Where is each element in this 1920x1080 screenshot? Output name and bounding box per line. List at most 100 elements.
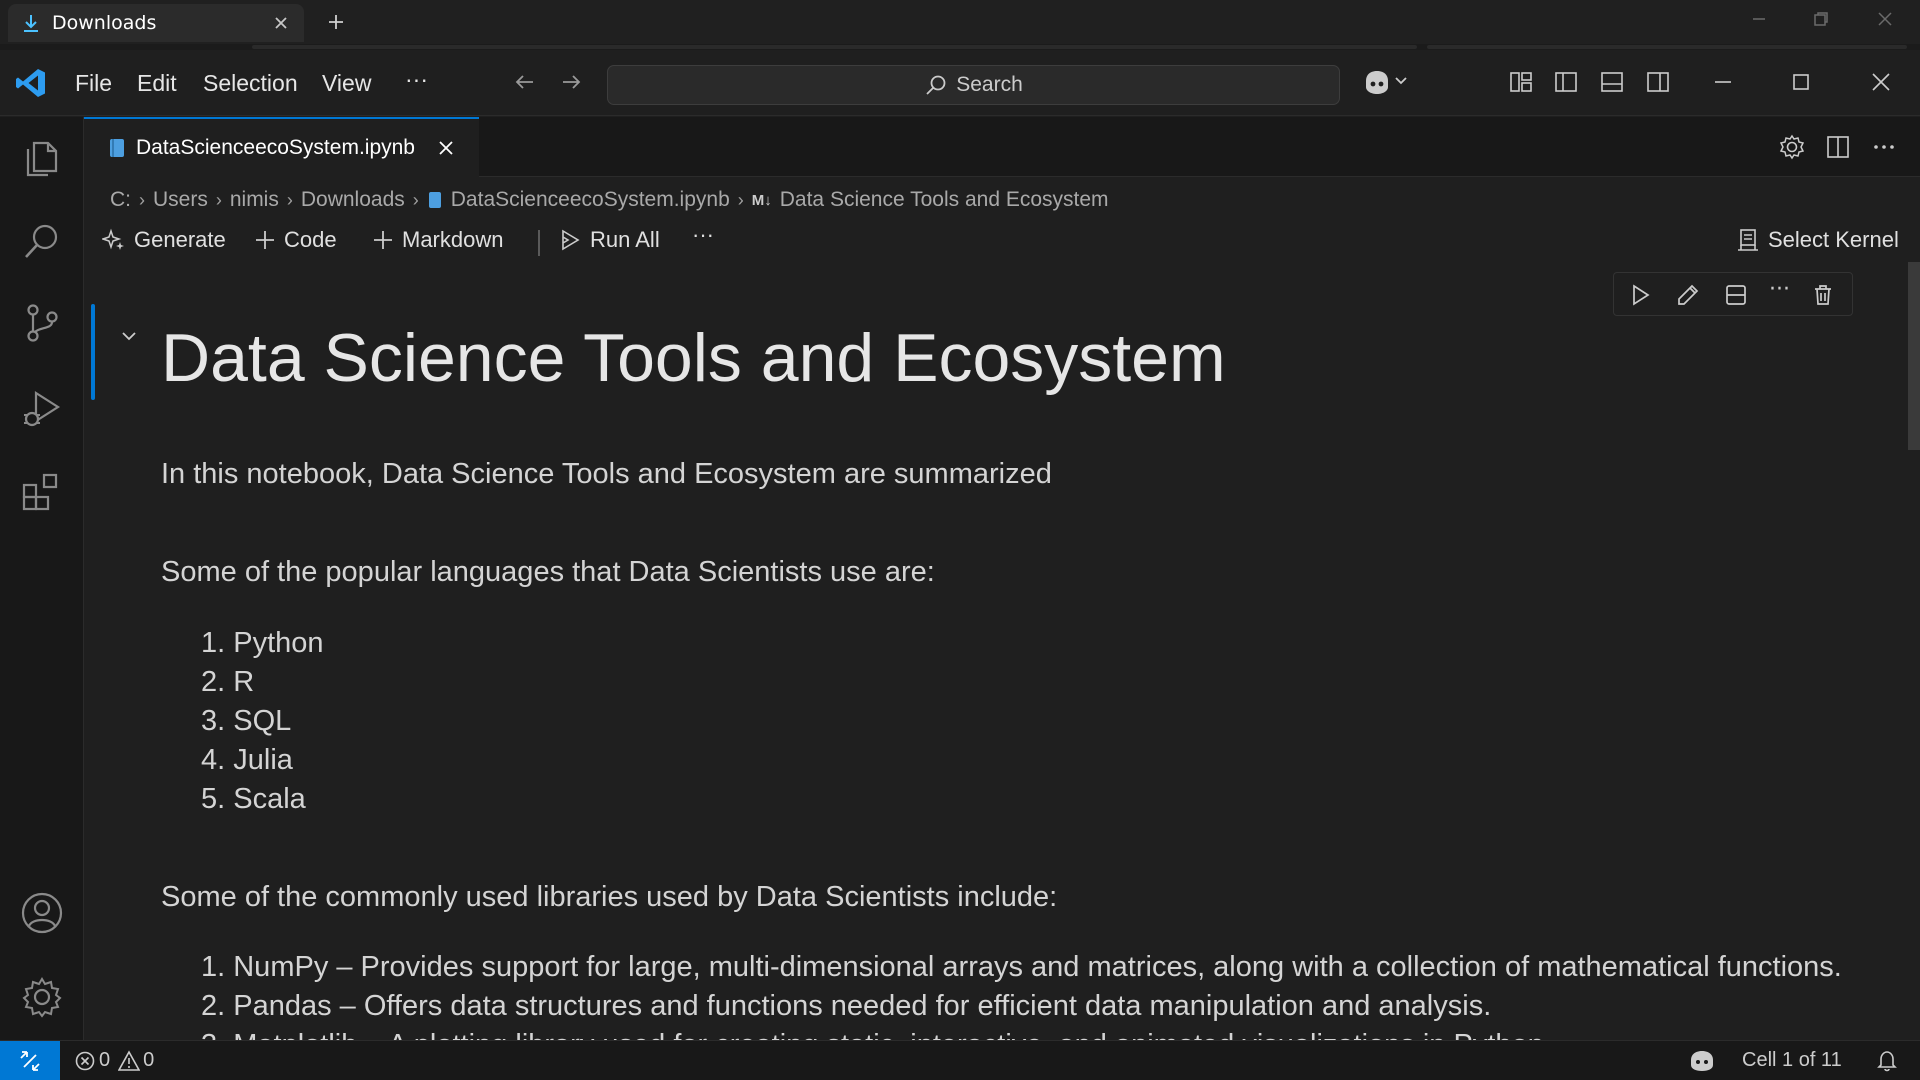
breadcrumb-file[interactable]: DataScienceecoSystem.ipynb [451,188,730,212]
split-cell-icon[interactable] [1724,283,1748,307]
editor-tab-label: DataScienceecoSystem.ipynb [136,136,415,159]
editor-tab-row: DataScienceecoSystem.ipynb [84,117,1920,177]
list-item: 5. Scala [201,783,306,815]
list-item: 2. Pandas – Offers data structures and f… [201,990,1492,1022]
restore-icon[interactable] [1810,8,1832,30]
editor-tab[interactable]: DataScienceecoSystem.ipynb [84,117,479,177]
plus-icon [256,231,274,249]
error-icon [75,1051,95,1070]
extensions-icon[interactable] [20,471,64,515]
list-item: 3. SQL [201,705,292,737]
run-and-debug-icon[interactable] [20,387,64,431]
remote-indicator[interactable] [0,1041,60,1080]
breadcrumb-drive[interactable]: C: [110,188,131,212]
plus-icon [374,231,392,249]
delete-icon[interactable] [1811,283,1835,307]
forward-arrow-icon[interactable] [558,69,584,95]
run-icon [562,229,580,251]
cell-position[interactable]: Cell 1 of 11 [1742,1049,1842,1072]
error-count: 0 [99,1049,111,1071]
markdown-label: Markdown [402,227,504,252]
breadcrumb-user[interactable]: nimis [230,188,279,212]
customize-layout-icon[interactable] [1508,69,1534,95]
browser-tab[interactable]: Downloads [8,4,304,42]
languages-heading: Some of the popular languages that Data … [161,556,935,588]
problems-indicator[interactable]: 0 0 [74,1049,154,1072]
close-icon[interactable] [270,12,292,34]
gear-icon[interactable] [20,975,64,1019]
browser-tab-strip: Downloads [0,0,1920,44]
notebook-file-icon [428,192,441,208]
minimize-icon[interactable] [1710,69,1736,95]
menu-view[interactable]: View [322,70,371,97]
more-actions-button[interactable]: ··· [692,222,714,248]
languages-list: 1. Python 2. R 3. SQL 4. Julia 5. Scala [201,624,324,819]
close-window-icon[interactable] [1874,8,1896,30]
list-item: 1. NumPy – Provides support for large, m… [201,951,1842,983]
bell-icon[interactable] [1875,1049,1899,1073]
more-actions-icon[interactable] [1871,134,1897,160]
toggle-secondary-sidebar-icon[interactable] [1645,69,1671,95]
scrollbar-thumb[interactable] [1908,262,1920,450]
list-item: 4. Julia [201,744,293,776]
breadcrumb-downloads[interactable]: Downloads [301,188,405,212]
toggle-panel-icon[interactable] [1599,69,1625,95]
explorer-icon[interactable] [20,135,64,179]
list-item: 2. R [201,666,255,698]
edit-icon[interactable] [1676,283,1700,307]
intro-text: In this notebook, Data Science Tools and… [161,458,1052,490]
cell-focus-indicator [91,304,95,400]
chevron-right-icon: › [139,189,145,210]
command-center-search[interactable]: Search [607,65,1340,105]
select-kernel-label: Select Kernel [1768,227,1899,252]
menu-file[interactable]: File [75,70,112,97]
notebook-file-icon [110,139,124,157]
kernel-icon [1738,229,1758,251]
markdown-cell-output[interactable]: Data Science Tools and Ecosystem In this… [161,316,1881,1060]
warning-icon [118,1049,141,1071]
cell-toolbar: ··· [1613,272,1853,316]
select-kernel-button[interactable]: Select Kernel [1736,227,1899,253]
source-control-icon[interactable] [20,301,64,345]
run-all-button[interactable]: Run All [558,227,660,253]
close-icon[interactable] [435,137,457,159]
run-cell-icon[interactable] [1628,283,1652,307]
vscode-logo-icon [16,69,45,97]
libraries-heading: Some of the commonly used libraries used… [161,881,1058,913]
notebook-title: Data Science Tools and Ecosystem [161,320,1226,396]
generate-label: Generate [134,227,226,252]
chevron-right-icon: › [286,189,293,210]
activity-bar [0,117,84,1040]
menu-more[interactable]: ··· [405,66,428,93]
chevron-down-icon[interactable] [118,325,140,347]
gear-icon[interactable] [1778,133,1806,161]
toolbar-divider [538,230,540,256]
maximize-icon[interactable] [1788,69,1814,95]
breadcrumb-users[interactable]: Users [153,188,208,212]
accounts-icon[interactable] [20,891,64,935]
menu-edit[interactable]: Edit [137,70,177,97]
minimize-icon[interactable] [1748,8,1770,30]
close-icon[interactable] [1868,69,1894,95]
more-icon[interactable]: ··· [1769,277,1790,302]
notebook-toolbar: Generate Code Markdown Run All ··· Selec… [84,222,1920,262]
generate-button[interactable]: Generate [102,227,226,253]
browser-tab-title: Downloads [52,12,157,34]
warning-count: 0 [143,1049,155,1071]
add-code-cell-button[interactable]: Code [254,227,337,253]
search-icon[interactable] [20,219,64,263]
toggle-primary-sidebar-icon[interactable] [1553,69,1579,95]
menu-selection[interactable]: Selection [203,70,298,97]
remote-icon [20,1051,40,1071]
new-tab-icon[interactable] [326,12,346,32]
breadcrumb-heading[interactable]: Data Science Tools and Ecosystem [780,188,1109,212]
search-label: Search [956,73,1023,96]
copilot-status-icon[interactable] [1688,1049,1716,1073]
add-markdown-cell-button[interactable]: Markdown [372,227,503,253]
copilot-icon[interactable] [1362,67,1410,97]
split-editor-icon[interactable] [1825,134,1851,160]
back-arrow-icon[interactable] [512,69,538,95]
status-bar: 0 0 Cell 1 of 11 [0,1040,1920,1080]
sparkle-icon [102,228,124,250]
markdown-icon: M↓ [751,191,772,209]
